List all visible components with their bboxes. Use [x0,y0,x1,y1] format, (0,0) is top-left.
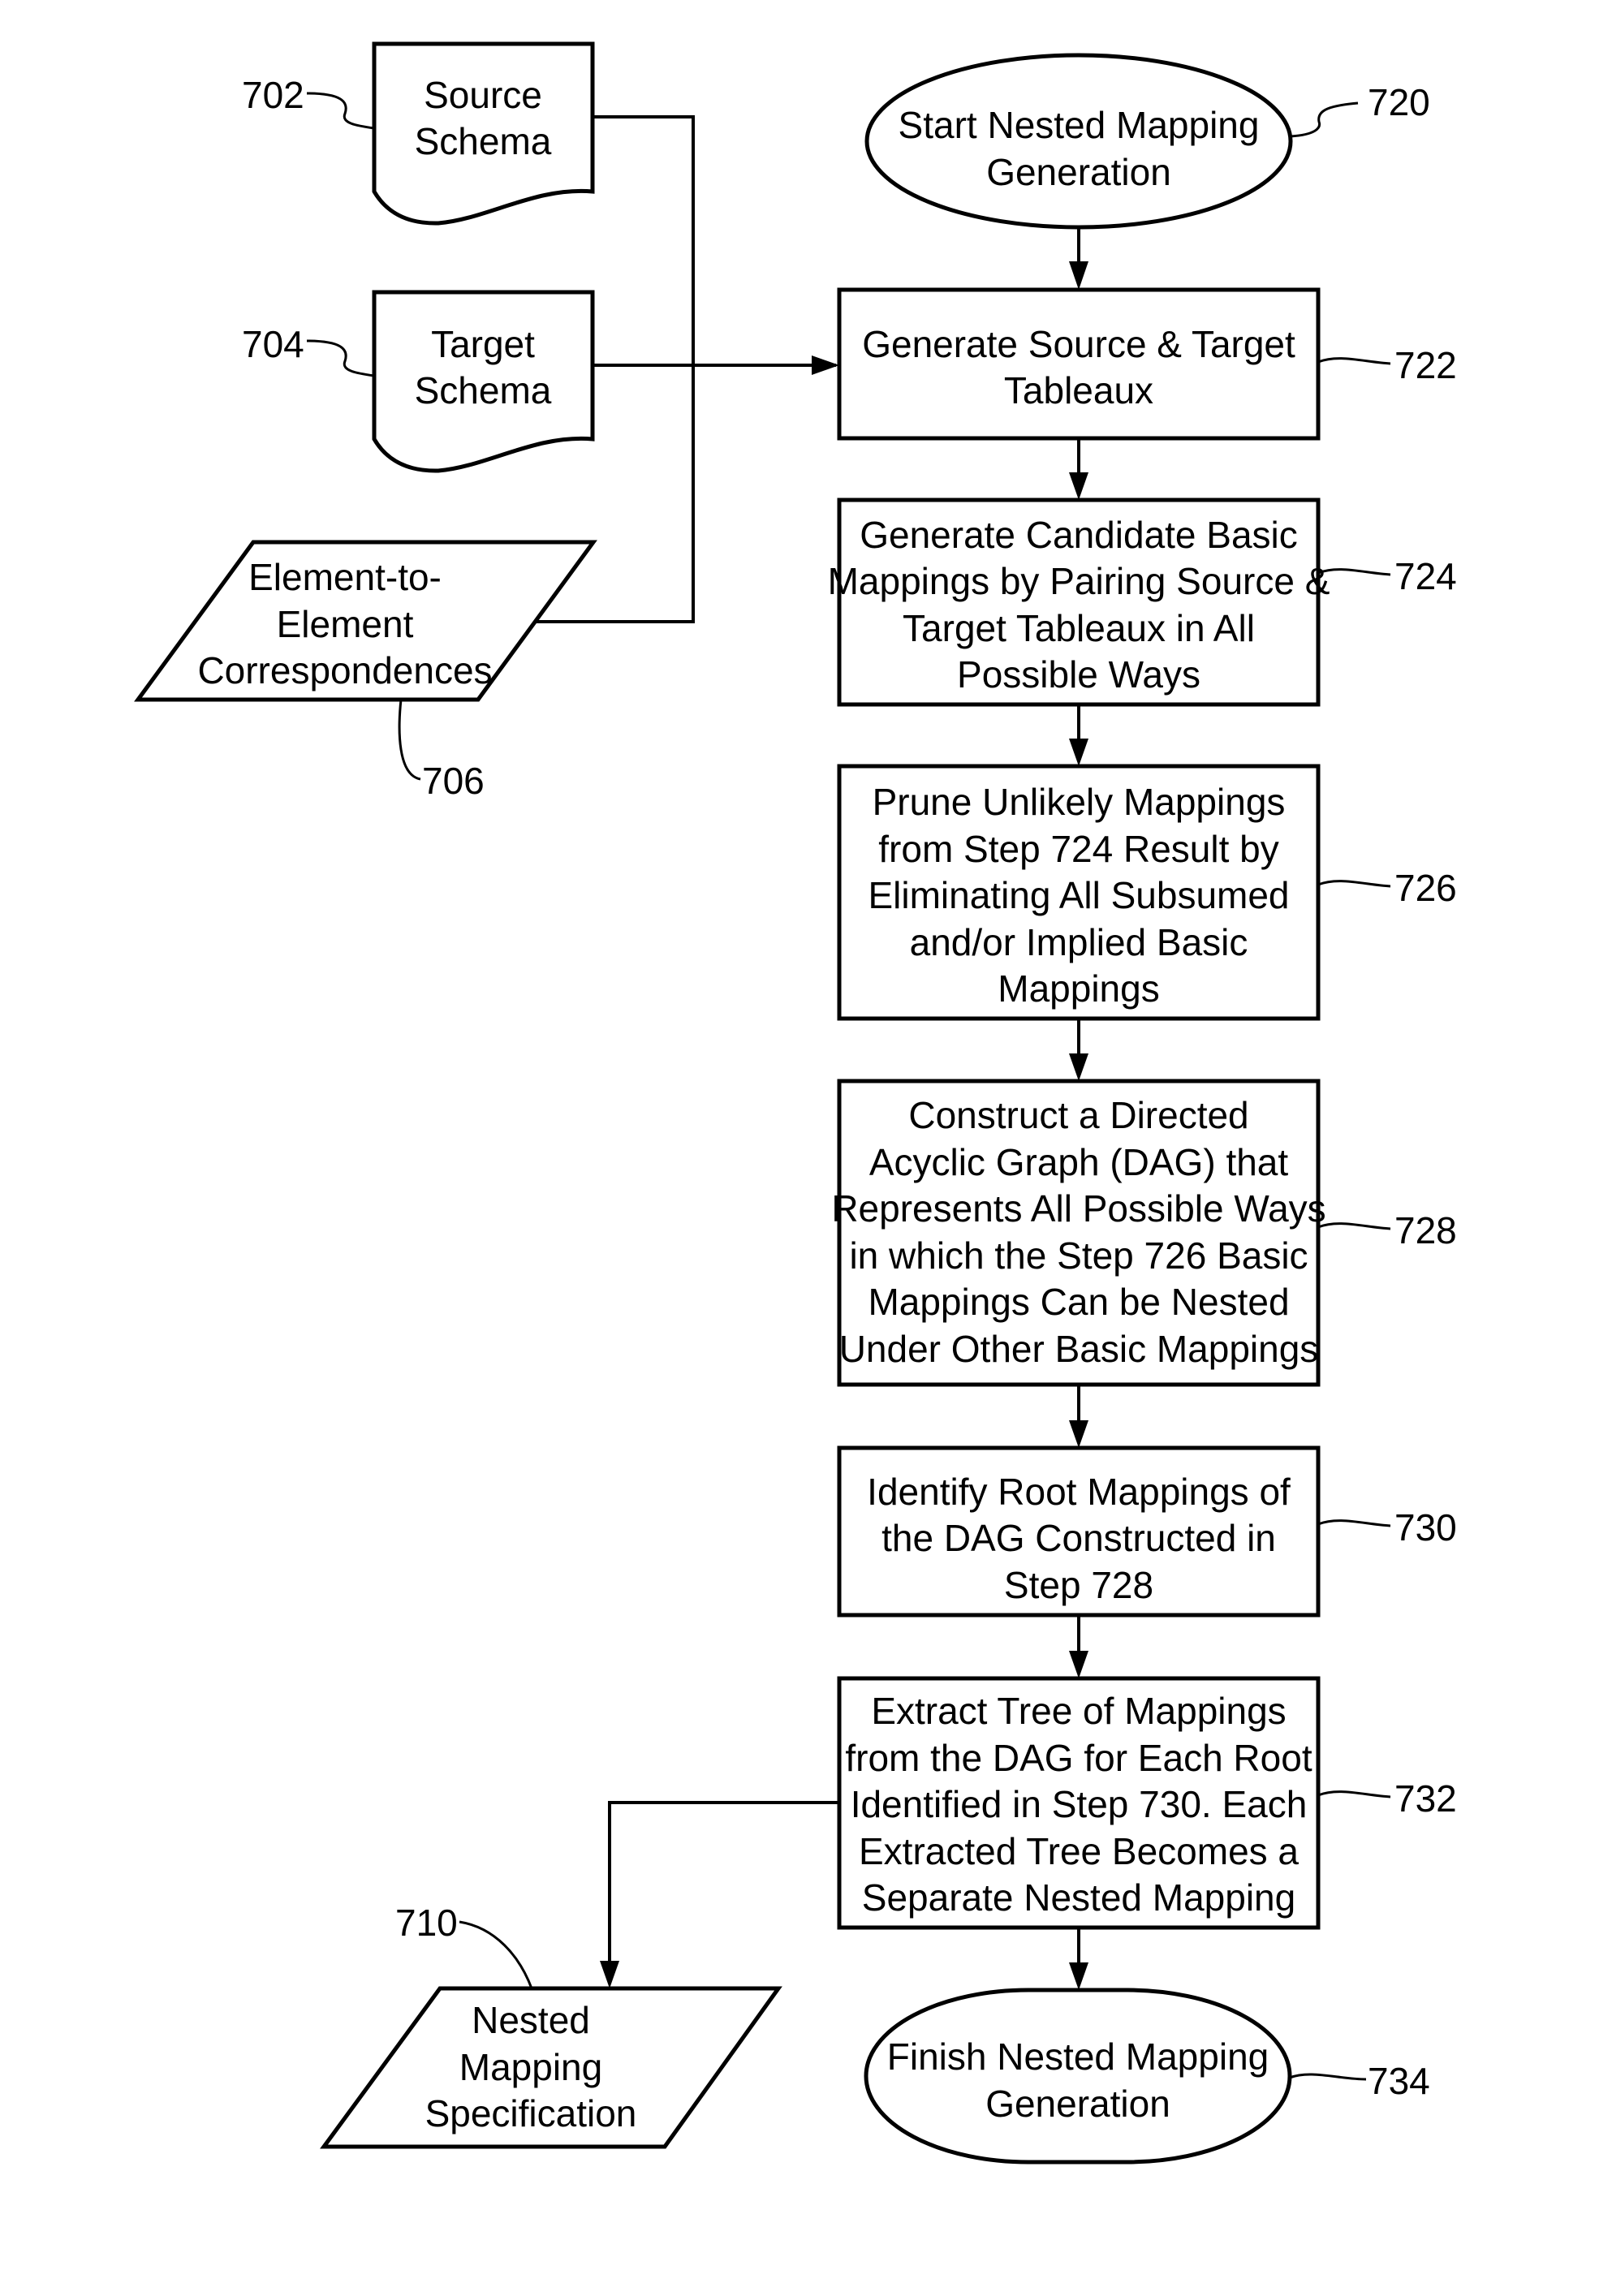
arrowhead [812,355,839,375]
step-730-label-2: Step 728 [1004,1564,1153,1606]
step-724-label-1: Mappings by Pairing Source & [828,560,1330,602]
step-732-label-0: Extract Tree of Mappings [871,1690,1286,1732]
step-728-label-2: Represents All Possible Ways [831,1187,1325,1230]
step-726-label-3: and/or Implied Basic [910,921,1248,963]
leader-734 [1289,2073,1367,2081]
ref-730: 730 [1394,1506,1457,1549]
step-732-label-1: from the DAG for Each Root [845,1737,1312,1779]
step-728-label-0: Construct a Directed [908,1094,1248,1136]
ref-724: 724 [1394,555,1457,597]
leader-710 [459,1920,533,1989]
ref-710: 710 [395,1902,458,1944]
finish-label-0: Finish Nested Mapping [887,2035,1269,2078]
source-schema-label-1: Schema [415,120,552,162]
leader-732 [1317,1790,1391,1798]
ref-704: 704 [242,323,304,365]
step-732-label-4: Separate Nested Mapping [862,1876,1295,1919]
ref-706: 706 [422,760,485,802]
leader-722 [1317,357,1391,365]
step-726-label-1: from Step 724 Result by [878,828,1278,870]
step-732-label-2: Identified in Step 730. Each [851,1783,1308,1825]
source-schema-label-0: Source [424,74,542,116]
ref-726: 726 [1394,867,1457,909]
leader-706 [398,699,421,781]
correspondences-label-2: Correspondences [197,649,492,691]
step-726-label-0: Prune Unlikely Mappings [873,781,1286,823]
finish-label-1: Generation [985,2083,1170,2125]
step-728-label-3: in which the Step 726 Basic [849,1234,1308,1277]
ref-732: 732 [1394,1777,1457,1820]
step-726-label-4: Mappings [998,967,1159,1010]
step-732-label-3: Extracted Tree Becomes a [859,1830,1299,1872]
step-722-label-0: Generate Source & Target [862,323,1295,365]
leader-726 [1317,880,1391,888]
step-724-label-3: Possible Ways [957,653,1200,696]
ref-728: 728 [1394,1209,1457,1251]
nested-spec-label-0: Nested [472,1999,590,2041]
step-728-label-1: Acyclic Graph (DAG) that [869,1141,1289,1183]
step-726-label-2: Eliminating All Subsumed [868,874,1289,916]
step-730-label-0: Identify Root Mappings of [867,1471,1291,1513]
correspondences-label-0: Element-to- [248,556,442,598]
step-728-label-4: Mappings Can be Nested [868,1281,1289,1323]
nested-spec-label-2: Specification [425,2092,637,2134]
target-schema-label-1: Schema [415,369,552,411]
leader-704 [306,339,375,377]
leader-720 [1290,101,1359,138]
start-label-0: Start Nested Mapping [899,104,1260,146]
step-724-label-2: Target Tableaux in All [903,607,1255,649]
nested-spec-label-1: Mapping [459,2046,602,2088]
ref-722: 722 [1394,344,1457,386]
leader-728 [1317,1222,1391,1230]
ref-720: 720 [1368,81,1430,123]
step-724-label-0: Generate Candidate Basic [860,514,1298,556]
target-schema-label-0: Target [431,323,535,365]
step-722-label-1: Tableaux [1004,369,1153,411]
flowchart: Source Schema 702 Target Schema 704 Elem… [134,41,1457,2165]
leader-702 [306,92,375,130]
correspondences-label-1: Element [277,603,414,645]
start-label-1: Generation [986,151,1171,193]
leader-730 [1317,1519,1391,1527]
step-730-label-1: the DAG Constructed in [881,1517,1276,1559]
ref-734: 734 [1368,2060,1430,2102]
step-728-label-5: Under Other Basic Mappings [839,1328,1319,1370]
ref-702: 702 [242,74,304,116]
